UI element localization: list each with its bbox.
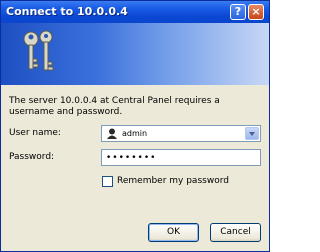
cancel-button[interactable]: Cancel (210, 223, 261, 242)
username-label: User name: (9, 128, 61, 138)
close-button[interactable]: × (248, 4, 264, 20)
window-title: Connect to 10.0.0.4 (6, 5, 128, 18)
password-field[interactable] (101, 149, 261, 166)
auth-message: The server 10.0.0.4 at Central Panel req… (9, 96, 220, 117)
title-bar[interactable]: Connect to 10.0.0.4 ? × (1, 1, 269, 23)
banner (1, 23, 269, 85)
keys-icon (23, 30, 54, 71)
username-value: admin (122, 129, 148, 138)
chevron-down-icon[interactable] (245, 127, 259, 140)
remember-password-label[interactable]: Remember my password (117, 176, 229, 187)
password-label: Password: (9, 152, 55, 162)
user-icon (107, 128, 117, 139)
help-button[interactable]: ? (230, 4, 246, 20)
login-dialog: Connect to 10.0.0.4 ? × The server 10.0.… (0, 0, 270, 252)
remember-password-checkbox[interactable] (102, 176, 113, 187)
username-combobox[interactable]: admin (101, 125, 261, 142)
ok-button[interactable]: OK (148, 223, 199, 242)
